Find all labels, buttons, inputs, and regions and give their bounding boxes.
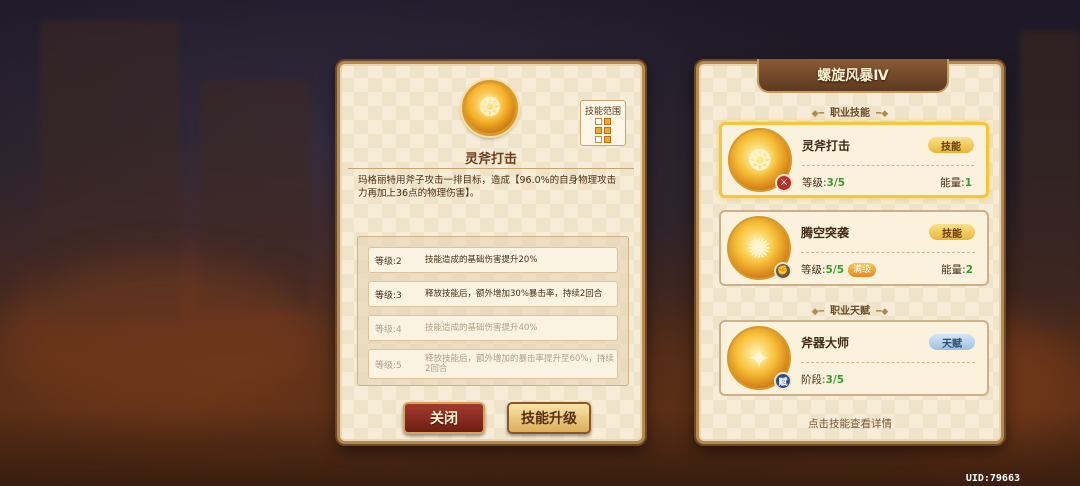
skill-detail-panel: ❂ 灵斧打击 技能范围 玛格丽特用斧子攻击一排目标，造成【96.0%的自身物理攻… [337, 61, 645, 444]
divider [348, 168, 634, 169]
range-cell-active [595, 127, 602, 134]
talent-card-fu-qi-da-shi[interactable]: ✦ 赋 斧器大师 天赋 阶段:3/5 [719, 320, 989, 396]
skill-energy: 能量:1 [940, 177, 972, 189]
skill-range-label: 技能范围 [584, 107, 621, 117]
level-row: 等级:3 释放技能后，额外增加30%暴击率，持续2回合 [368, 281, 618, 307]
ornament-icon: ━◆ [876, 109, 889, 119]
level-upgrades-list: 等级:2 技能造成的基础伤害提升20% 等级:3 释放技能后，额外增加30%暴击… [357, 236, 629, 386]
level-row-locked: 等级:5 释放技能后，额外增加的暴击率提升至60%，持续2回合 [368, 349, 618, 379]
skill-icon: ✺ ✊ [727, 216, 792, 280]
fist-icon: ✊ [774, 262, 792, 280]
class-skills-panel: 螺旋风暴Ⅳ ◆━ 职业技能 ━◆ ❂ ⚔ 灵斧打击 技能 等级:3/5 能量:1 ✺… [696, 59, 1004, 444]
ornament-icon: ━◆ [876, 307, 889, 317]
maxed-badge: 满级 [848, 263, 877, 277]
section-header-talent: ◆━ 职业天赋 ━◆ [699, 302, 1001, 317]
skill-card-teng-kong-tu-xi[interactable]: ✺ ✊ 腾空突袭 技能 等级:5/5 满级 能量:2 [719, 210, 989, 286]
skill-tag: 技能 [928, 137, 974, 153]
ornament-icon: ◆━ [811, 109, 824, 119]
skill-title: 灵斧打击 [464, 152, 517, 167]
user-id: UID:79663 [965, 473, 1020, 484]
range-cell [595, 118, 602, 125]
skill-name: 灵斧打击 [802, 139, 851, 153]
divider [801, 252, 975, 253]
divider [801, 362, 975, 363]
skill-range-grid [595, 118, 611, 143]
skill-energy: 能量:2 [941, 264, 973, 276]
talent-stage: 阶段:3/5 [801, 374, 844, 386]
talent-name: 斧器大师 [801, 336, 850, 350]
level-effect: 释放技能后，额外增加30%暴击率，持续2回合 [425, 289, 603, 299]
section-title: 职业技能 [830, 108, 870, 119]
level-label: 等级:3 [375, 290, 402, 301]
class-title: 螺旋风暴Ⅳ [817, 68, 889, 84]
skill-level: 等级:3/5 [802, 177, 845, 189]
skill-icon: ❂ ⚔ [728, 128, 793, 192]
skill-emblem-icon: ❂ [462, 80, 518, 136]
section-title: 职业天赋 [830, 306, 870, 317]
skill-name: 腾空突袭 [801, 226, 850, 240]
skill-range-box: 技能范围 [580, 100, 626, 146]
skill-tag: 技能 [929, 224, 975, 240]
skill-upgrade-button[interactable]: 技能升级 [507, 402, 591, 434]
level-label: 等级:2 [375, 256, 402, 267]
class-title-ribbon: 螺旋风暴Ⅳ [757, 59, 949, 93]
talent-icon: ✦ 赋 [727, 326, 792, 390]
range-cell-active [604, 118, 611, 125]
skill-card-ling-fu-da-ji[interactable]: ❂ ⚔ 灵斧打击 技能 等级:3/5 能量:1 [719, 122, 989, 198]
level-effect: 释放技能后，额外增加的暴击率提升至60%，持续2回合 [425, 354, 614, 374]
divider [802, 165, 974, 166]
talent-badge: 赋 [774, 372, 792, 390]
hint-text: 点击技能查看详情 [808, 418, 892, 430]
range-cell-active [604, 136, 611, 143]
level-label: 等级:5 [375, 360, 402, 371]
range-cell-active [604, 127, 611, 134]
level-row-locked: 等级:4 技能造成的基础伤害提升40% [368, 315, 618, 341]
ornament-icon: ◆━ [811, 307, 824, 317]
section-header-skills: ◆━ 职业技能 ━◆ [699, 104, 1001, 119]
level-label: 等级:4 [375, 324, 402, 335]
skill-description: 玛格丽特用斧子攻击一排目标，造成【96.0%的自身物理攻击力再加上36点的物理伤… [358, 175, 617, 199]
level-row: 等级:2 技能造成的基础伤害提升20% [368, 247, 618, 273]
close-button[interactable]: 关闭 [403, 402, 485, 434]
sword-icon: ⚔ [775, 174, 793, 192]
range-cell [595, 136, 602, 143]
talent-tag: 天赋 [929, 334, 975, 350]
level-effect: 技能造成的基础伤害提升40% [425, 323, 538, 333]
level-effect: 技能造成的基础伤害提升20% [425, 255, 538, 265]
skill-level: 等级:5/5 满级 [801, 262, 877, 277]
